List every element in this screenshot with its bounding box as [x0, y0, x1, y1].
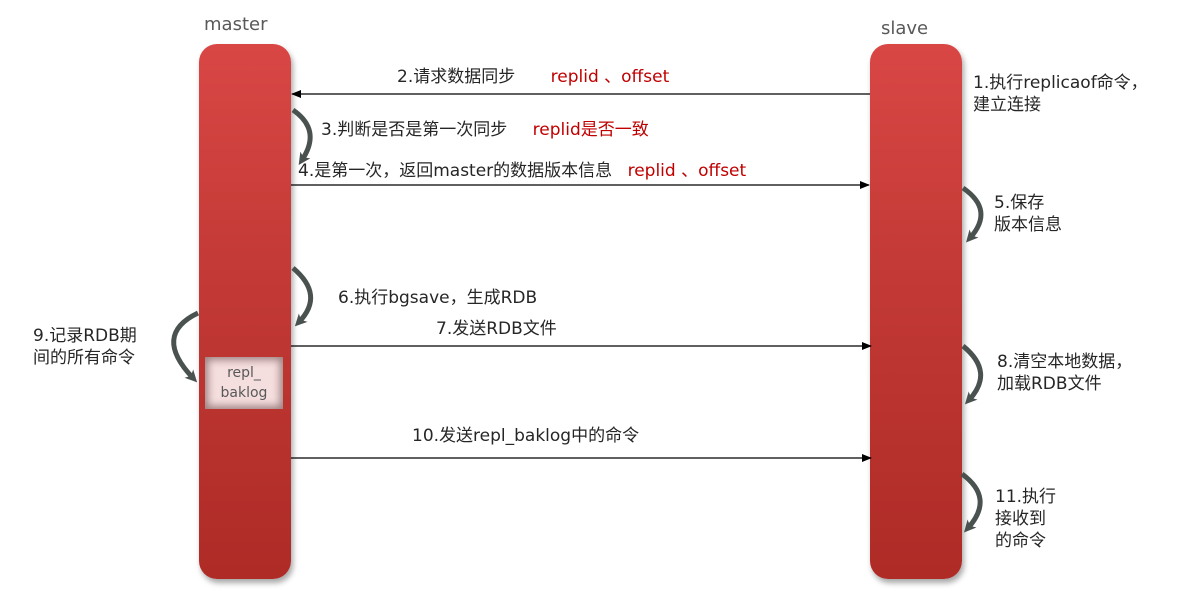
step1-line1: 1.执行replicaof命令， [973, 73, 1148, 93]
step2-text: 2.请求数据同步 [397, 67, 516, 87]
step4-text: 4.是第一次，返回master的数据版本信息 [298, 161, 613, 181]
step11-label: 11.执行 接收到 的命令 [995, 486, 1056, 552]
step1-label: 1.执行replicaof命令， 建立连接 [973, 72, 1148, 116]
curved-arrow-step5 [961, 185, 984, 243]
step6-label: 6.执行bgsave，生成RDB [338, 288, 538, 308]
step9-line2: 间的所有命令 [33, 348, 135, 368]
step9-line1: 9.记录RDB期 [33, 326, 137, 346]
step5-line2: 版本信息 [994, 215, 1062, 235]
step9-label: 9.记录RDB期 间的所有命令 [33, 325, 137, 369]
step3-highlight: replid是否一致 [532, 120, 649, 140]
step4-label: 4.是第一次，返回master的数据版本信息 replid 、offset [298, 160, 746, 182]
step11-line3: 的命令 [995, 531, 1046, 551]
step3-label: 3.判断是否是第一次同步 replid是否一致 [321, 119, 649, 141]
step8-label: 8.清空本地数据， 加载RDB文件 [997, 351, 1132, 395]
step5-label: 5.保存 版本信息 [994, 192, 1062, 236]
step8-line1: 8.清空本地数据， [997, 352, 1133, 372]
step7-label: 7.发送RDB文件 [436, 319, 557, 339]
curved-arrow-step11 [960, 471, 983, 533]
curved-arrow-step8 [961, 344, 984, 405]
curved-arrow-step6 [291, 266, 314, 327]
step8-line2: 加载RDB文件 [997, 374, 1102, 394]
curved-arrow-step3 [291, 107, 313, 165]
step11-line2: 接收到 [995, 509, 1046, 529]
step11-line1: 11.执行 [995, 487, 1057, 507]
step3-text: 3.判断是否是第一次同步 [321, 120, 508, 140]
step4-highlight: replid 、offset [627, 161, 747, 181]
step5-line1: 5.保存 [994, 193, 1045, 213]
step2-label: 2.请求数据同步 replid 、offset [397, 66, 669, 88]
step2-highlight: replid 、offset [550, 67, 670, 87]
step10-label: 10.发送repl_baklog中的命令 [412, 426, 640, 446]
step1-line2: 建立连接 [973, 95, 1041, 115]
curved-arrow-step9 [171, 310, 200, 383]
